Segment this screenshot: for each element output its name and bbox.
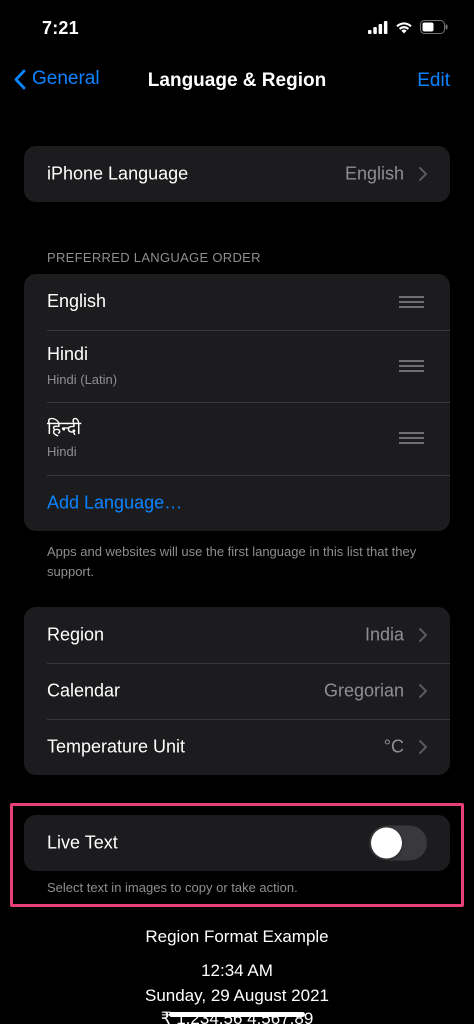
iphone-language-value: English [344, 163, 404, 184]
region-format-title: Region Format Example [145, 927, 329, 946]
live-text-row: Live Text [24, 815, 450, 871]
reorder-handle-icon[interactable] [399, 432, 424, 444]
toggle-knob [371, 827, 402, 859]
format-example-date: Sunday, 29 August 2021 [144, 986, 329, 1005]
temperature-unit-label: Temperature Unit [47, 736, 186, 757]
preferred-language-footnote: Apps and websites will use the first lan… [47, 544, 417, 579]
calendar-label: Calendar [47, 680, 121, 701]
temperature-unit-row[interactable]: Temperature Unit °C [24, 719, 450, 775]
format-example-time: 12:34 AM [201, 961, 273, 980]
live-text-toggle[interactable] [369, 825, 427, 861]
region-row[interactable]: Region India [24, 607, 450, 663]
preferred-language-header: PREFERRED LANGUAGE ORDER [47, 250, 261, 265]
calendar-value: Gregorian [323, 680, 404, 701]
region-value: India [364, 624, 404, 645]
language-name: हिन्दी [47, 418, 82, 438]
battery-icon [420, 20, 448, 34]
iphone-language-group: iPhone Language English [24, 146, 450, 202]
calendar-row[interactable]: Calendar Gregorian [24, 663, 450, 719]
language-subtitle: Hindi (Latin) [47, 372, 118, 387]
language-name: English [47, 291, 107, 311]
chevron-right-icon [419, 740, 427, 754]
status-time: 7:21 [42, 18, 79, 38]
chevron-right-icon [419, 684, 427, 698]
navigation-bar: General Language & Region Edit [0, 56, 474, 108]
live-text-footnote: Select text in images to copy or take ac… [47, 880, 298, 895]
chevron-right-icon [419, 167, 427, 181]
language-row-english[interactable]: English [24, 274, 450, 330]
add-language-row[interactable]: Add Language… [24, 475, 450, 531]
chevron-right-icon [419, 628, 427, 642]
language-row-hindi[interactable]: हिन्दी Hindi [24, 402, 450, 475]
region-label: Region [47, 624, 105, 645]
region-group: Region India Calendar Gregorian Temperat… [24, 607, 450, 775]
status-icons [368, 20, 448, 34]
cellular-signal-icon [368, 20, 388, 34]
edit-button[interactable]: Edit [417, 70, 450, 92]
language-row-hindi-latin[interactable]: Hindi Hindi (Latin) [24, 330, 450, 402]
live-text-group: Live Text [24, 815, 450, 871]
iphone-language-row[interactable]: iPhone Language English [24, 146, 450, 202]
reorder-handle-icon[interactable] [399, 360, 424, 372]
page-title: Language & Region [147, 70, 327, 91]
iphone-language-label: iPhone Language [47, 163, 189, 184]
home-indicator[interactable] [169, 1012, 305, 1017]
add-language-button[interactable]: Add Language… [47, 493, 182, 514]
reorder-handle-icon[interactable] [399, 296, 424, 308]
temperature-unit-value: °C [383, 736, 404, 757]
preferred-language-group: English Hindi Hindi (Latin) हिन्दी Hindi… [24, 274, 450, 531]
wifi-icon [396, 21, 412, 33]
live-text-label: Live Text [47, 832, 118, 853]
language-name: Hindi [47, 344, 89, 364]
language-subtitle: Hindi [47, 444, 77, 459]
status-bar: 7:21 [0, 0, 474, 56]
